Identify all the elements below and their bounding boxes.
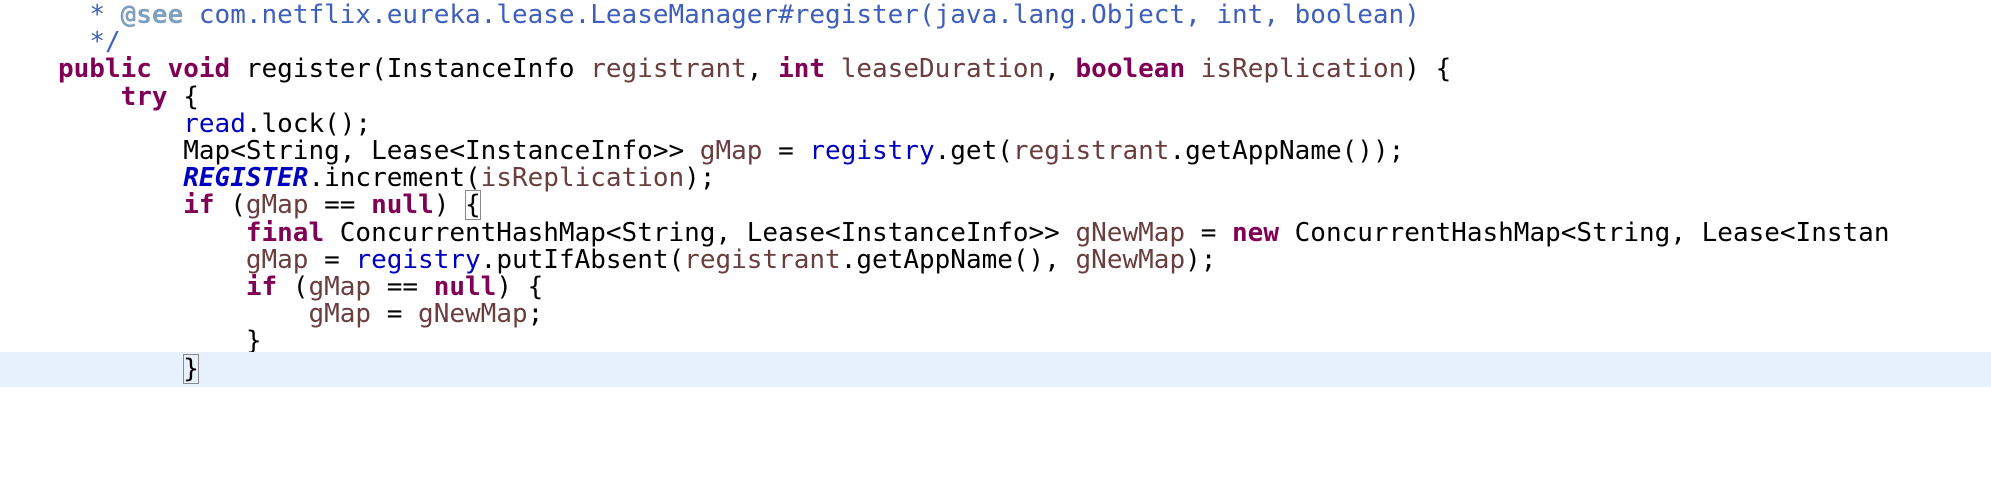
code-line[interactable]: }	[0, 351, 1991, 387]
matching-bracket: }	[183, 353, 199, 384]
code-editor[interactable]: * @see com.netflix.eureka.lease.LeaseMan…	[0, 0, 1991, 490]
